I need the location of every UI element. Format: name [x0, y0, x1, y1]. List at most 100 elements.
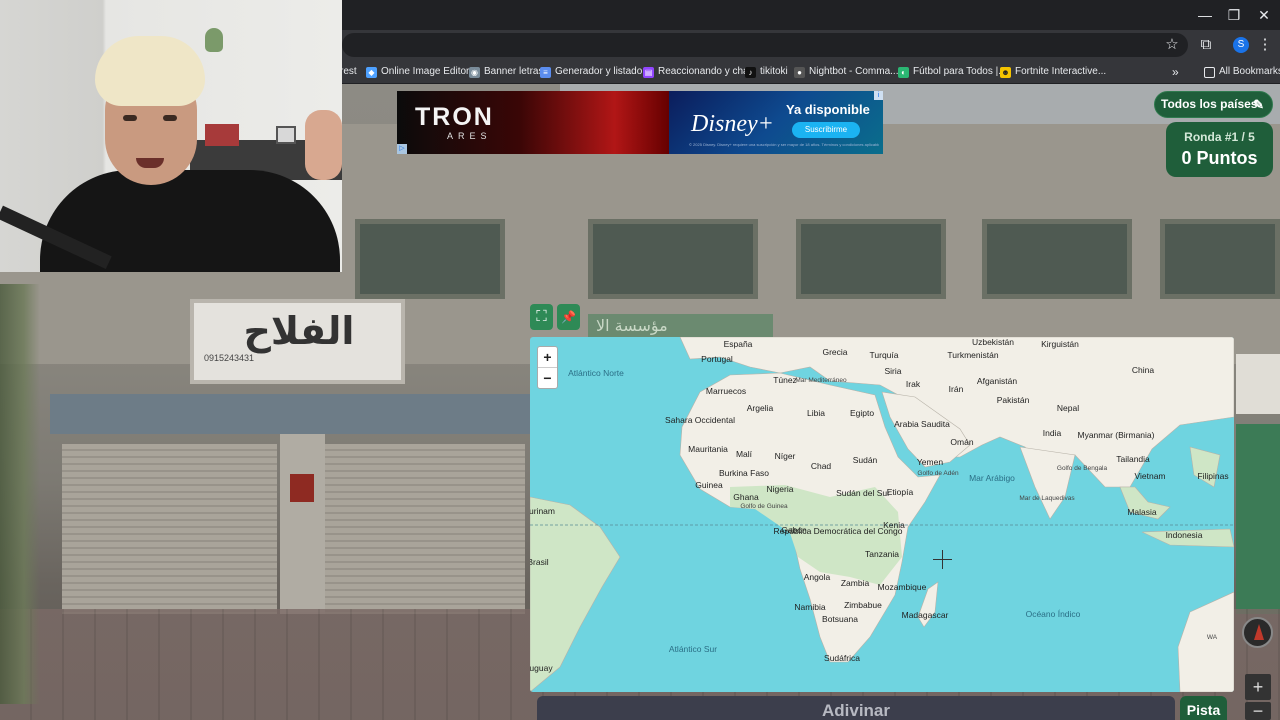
bookmark-item[interactable]: ≡ Generador y listado... — [540, 64, 651, 80]
map-country-label: Grecia — [822, 347, 848, 357]
map-country-label: Atlántico Norte — [568, 368, 624, 378]
expand-map-button[interactable]: ⛶ — [530, 304, 553, 330]
generator-icon: ≡ — [540, 66, 551, 78]
ad-choices-icon[interactable]: ▷ — [397, 144, 407, 154]
pin-map-button[interactable]: 📌 — [557, 304, 580, 330]
bookmark-item[interactable]: ♪ tikitoki — [745, 64, 788, 80]
hint-button[interactable]: Pista — [1180, 696, 1227, 720]
bookmark-item[interactable]: ◆ Online Image Editor... — [366, 64, 477, 80]
map-country-label: Pakistán — [996, 395, 1030, 405]
map-country-label: Tailandia — [1116, 454, 1150, 464]
bookmark-item[interactable]: ☻ Fortnite Interactive... — [1000, 64, 1106, 80]
map-country-label: Afganistán — [976, 376, 1018, 386]
map-country-label: Guinea — [695, 480, 723, 490]
bookmark-label: rest — [340, 66, 357, 77]
map-country-label: Turquía — [869, 350, 899, 360]
all-bookmarks-label: All Bookmarks — [1219, 66, 1280, 77]
streamer-hair — [95, 36, 205, 106]
compass-needle — [1254, 624, 1264, 640]
disney-tagline: Ya disponible — [786, 102, 870, 117]
bookmark-star-icon[interactable]: ☆ — [1161, 34, 1183, 56]
nightbot-icon: ● — [794, 66, 805, 78]
profile-avatar[interactable]: S — [1233, 37, 1249, 53]
guess-button[interactable]: Adivinar — [537, 696, 1175, 720]
map-zoom-out-button[interactable]: − — [538, 368, 557, 388]
map-country-label: Irán — [948, 384, 964, 394]
shop-sign: الفلاح 0915243431 — [190, 299, 405, 384]
shop-sign-text: الفلاح — [243, 309, 355, 353]
fullscreen-icon: ⛶ — [536, 308, 547, 325]
map-country-label: Yemen — [916, 457, 944, 467]
shop-awning — [50, 394, 530, 434]
map-country-label: Túnez — [773, 375, 797, 385]
game-mode-button[interactable]: Todos los países ✎ — [1154, 91, 1273, 118]
close-icon[interactable]: ✕ — [1247, 4, 1280, 26]
map-zoom-in-button[interactable]: + — [538, 347, 557, 367]
bookmark-item[interactable]: rest — [340, 64, 357, 80]
compass-icon[interactable] — [1242, 617, 1273, 648]
crosshair-icon — [933, 550, 952, 569]
ad-info-icon[interactable]: i — [874, 91, 883, 100]
ad-banner-disney[interactable]: Disney+ Ya disponible Suscribirme © 2025… — [669, 91, 883, 154]
tiktok-icon: ♪ — [745, 66, 756, 78]
street-zoom-out-button[interactable]: − — [1245, 702, 1271, 720]
street-zoom-in-button[interactable]: + — [1245, 674, 1271, 700]
bookmark-item[interactable]: ▤ Reaccionando y cha... — [643, 64, 757, 80]
tree — [0, 284, 40, 704]
map-zoom-control: + − — [537, 346, 558, 389]
all-bookmarks-button[interactable]: All Bookmarks — [1204, 64, 1280, 80]
bookmark-label: Generador y listado... — [555, 66, 651, 77]
bookmark-label: Online Image Editor... — [381, 66, 478, 77]
map-country-label: Argelia — [746, 403, 774, 413]
map-country-label: Siria — [884, 366, 902, 376]
map-country-label: Nigeria — [766, 484, 794, 494]
map-country-label: Sahara Occidental — [665, 415, 735, 425]
ad-banner-tron[interactable]: TRON ARES — [397, 91, 669, 154]
bookmark-label: Fortnite Interactive... — [1015, 66, 1107, 77]
bookmark-label: Fútbol para Todos |... — [913, 66, 1007, 77]
shop-sign-green-text: مؤسسة الا — [596, 316, 668, 335]
ad-tron-title: TRON — [415, 103, 494, 131]
map-country-label: Malí — [735, 449, 753, 459]
green-door — [1236, 424, 1280, 614]
building-window — [982, 219, 1132, 299]
bookmark-item[interactable]: ◐ Fútbol para Todos |... — [898, 64, 1007, 80]
extensions-icon[interactable]: ⧉ — [1195, 34, 1217, 56]
guess-map[interactable]: España Portugal Grecia Turquía Turkmenistán U… — [530, 337, 1234, 692]
building-window — [588, 219, 758, 299]
streamer-eye — [123, 115, 137, 121]
game-mode-label: Todos los países — [1161, 97, 1258, 111]
shop-shutter — [325, 444, 525, 614]
map-country-label: Golfo de Guinea — [740, 503, 788, 510]
streamer-webcam — [0, 0, 342, 272]
creeper-toy — [205, 124, 239, 146]
fire-box — [290, 474, 314, 502]
bookmark-item[interactable]: ● Nightbot - Comma... — [794, 64, 898, 80]
round-counter: Ronda #1 / 5 — [1184, 130, 1255, 144]
map-country-label: Myanmar (Birmania) — [1077, 430, 1155, 440]
browser-menu-icon[interactable]: ⋮ — [1254, 34, 1276, 56]
bookmarks-overflow-button[interactable]: » — [1172, 64, 1179, 80]
map-country-label: Egipto — [849, 408, 875, 418]
bookmark-label: tikitoki — [760, 66, 788, 77]
map-country-label: Burkina Faso — [718, 468, 770, 478]
map-country-label: Mar de Laquedivas — [1019, 495, 1075, 502]
map-country-label: Indonesia — [1165, 530, 1203, 540]
folder-icon — [1204, 66, 1215, 78]
bookmark-label: Banner letras — [484, 66, 544, 77]
fortnite-icon: ☻ — [1000, 66, 1011, 78]
building-pillar — [280, 434, 325, 614]
disney-subscribe-button[interactable]: Suscribirme — [792, 122, 860, 138]
map-country-label: Océano Índico — [1025, 609, 1081, 619]
map-country-label: Libia — [807, 408, 825, 418]
map-country-label: Tanzania — [864, 549, 900, 559]
building-window — [355, 219, 505, 299]
bookmark-item[interactable]: ◉ Banner letras — [469, 64, 543, 80]
restore-icon[interactable]: ❐ — [1217, 4, 1251, 26]
address-bar[interactable] — [342, 33, 1188, 57]
map-country-label: Golfo de Adén — [917, 470, 959, 477]
pin-icon: 📌 — [561, 310, 576, 324]
map-country-label: Portugal — [701, 354, 733, 364]
map-country-label: Namibia — [794, 602, 826, 612]
map-country-label: China — [1131, 365, 1155, 375]
